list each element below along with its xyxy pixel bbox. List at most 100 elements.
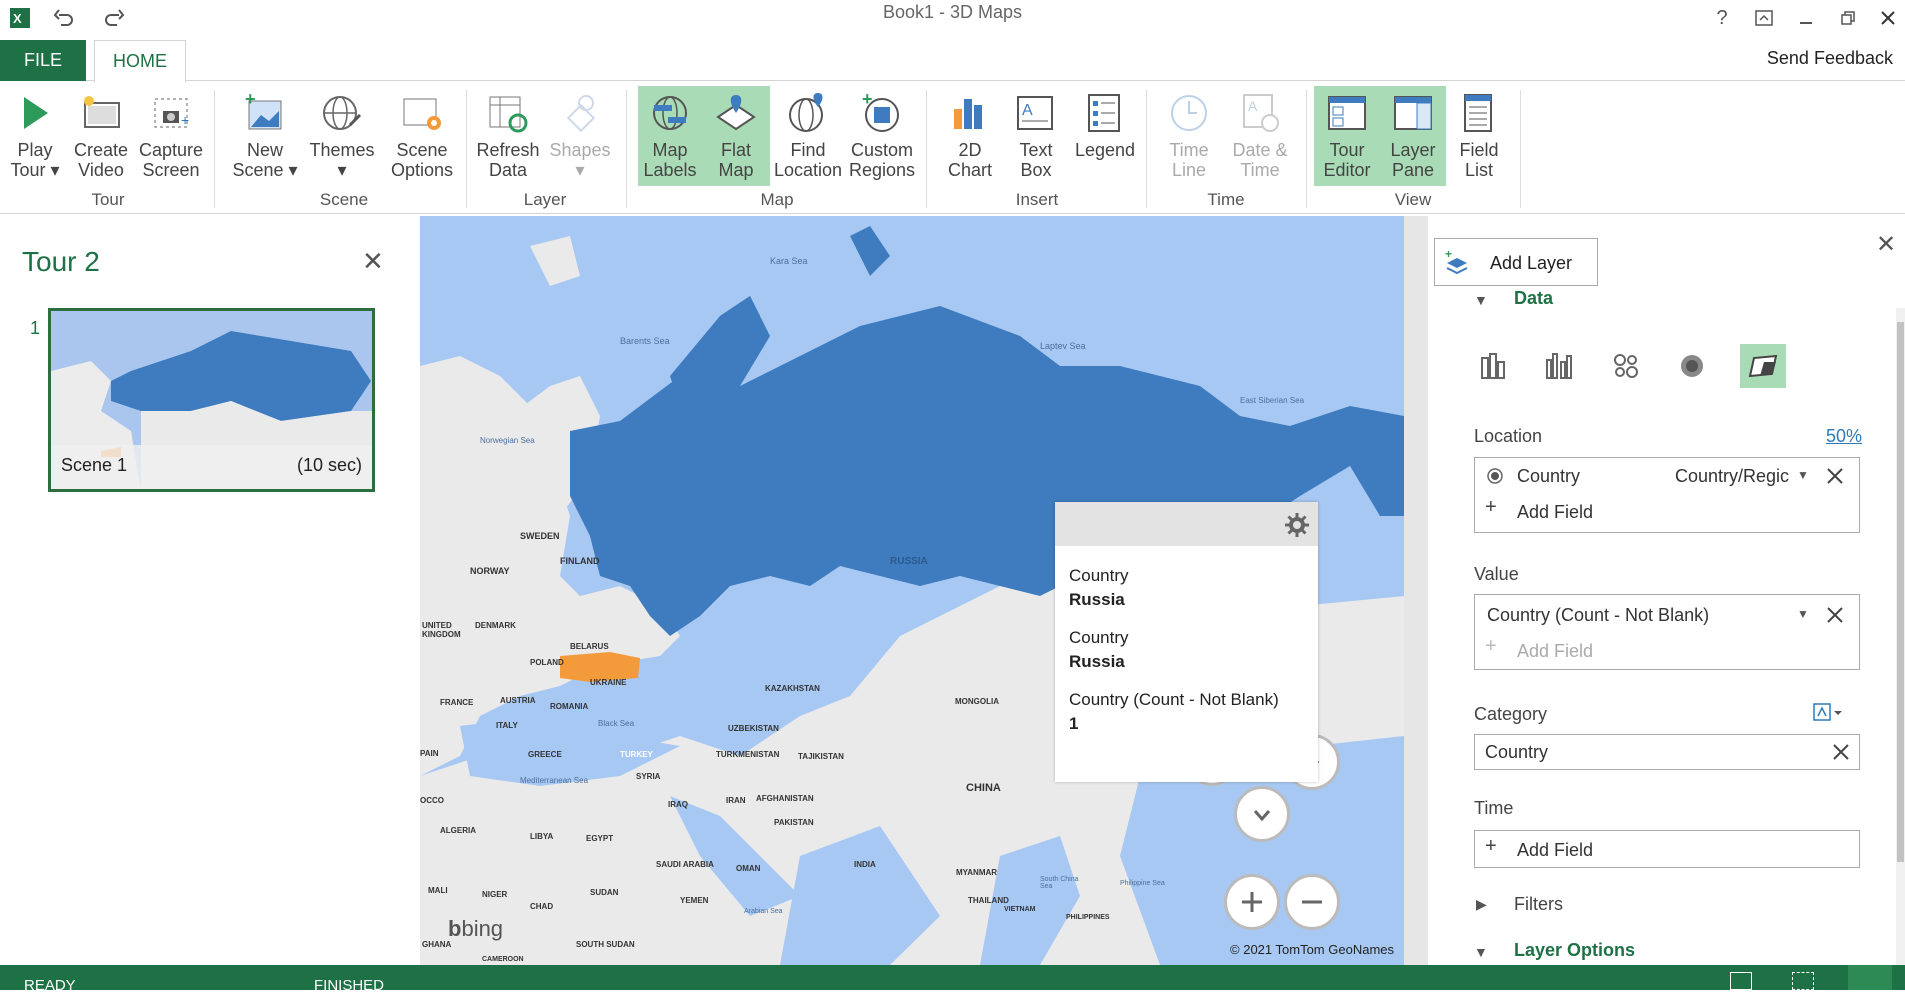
field-list-icon xyxy=(1448,86,1510,140)
map-label-norway: NORWAY xyxy=(470,566,510,576)
play-tour-button[interactable]: Play Tour ▾ xyxy=(8,86,62,186)
date-time-button[interactable]: A Date & Time xyxy=(1226,86,1294,186)
map-label-syria: SYRIA xyxy=(636,772,661,781)
map-label-kazakhstan: KAZAKHSTAN xyxy=(765,684,820,693)
refresh-data-button[interactable]: Refresh Data xyxy=(474,86,542,186)
create-video-button[interactable]: Create Video xyxy=(70,86,132,186)
map-label-tajikistan: TAJIKISTAN xyxy=(798,752,844,761)
shapes-icon xyxy=(548,86,612,140)
region-visualization-icon[interactable] xyxy=(1740,344,1786,388)
normal-view-icon[interactable] xyxy=(1730,972,1752,990)
field-list-button[interactable]: Field List xyxy=(1448,86,1510,186)
tour-editor-icon xyxy=(1314,86,1380,140)
map-label-greece: GREECE xyxy=(528,750,562,759)
zoom-in-button[interactable] xyxy=(1224,874,1280,930)
bubble-icon[interactable] xyxy=(1610,350,1642,382)
close-tour-panel-icon[interactable]: ✕ xyxy=(362,246,384,277)
add-icon: + xyxy=(1485,496,1497,518)
tab-home[interactable]: HOME xyxy=(94,40,186,82)
location-add-field[interactable]: Add Field xyxy=(1517,502,1593,523)
map-label-denmark: DENMARK xyxy=(475,621,516,630)
layer-pane-button[interactable]: Layer Pane xyxy=(1380,86,1446,186)
layer-options-collapse-icon[interactable]: ▼ xyxy=(1474,944,1488,960)
layer-options-title[interactable]: Layer Options xyxy=(1514,940,1635,961)
time-label: Time xyxy=(1474,798,1514,818)
category-field-box: Country xyxy=(1474,734,1860,770)
group-label-insert: Insert xyxy=(1015,190,1059,209)
close-window-icon[interactable] xyxy=(1874,4,1902,32)
add-icon: + xyxy=(1485,635,1497,657)
heat-map-icon[interactable] xyxy=(1676,350,1708,382)
ribbon-display-icon[interactable] xyxy=(1750,4,1778,32)
clock-icon xyxy=(1158,86,1220,140)
title-bar: X Book1 - 3D Maps ? xyxy=(0,0,1905,40)
scene-duration: (10 sec) xyxy=(296,455,362,475)
data-collapse-icon[interactable]: ▼ xyxy=(1474,292,1488,308)
scrollbar-thumb[interactable] xyxy=(1897,322,1904,862)
custom-regions-button[interactable]: + Custom Regions xyxy=(846,86,918,186)
map-label-east-siberian-sea: East Siberian Sea xyxy=(1240,396,1305,405)
remove-category-field-icon[interactable] xyxy=(1831,742,1851,762)
map-label-china: CHINA xyxy=(966,782,1001,794)
time-line-button[interactable]: Time Line xyxy=(1158,86,1220,186)
remove-location-field-icon[interactable] xyxy=(1825,466,1845,486)
tilt-down-button[interactable] xyxy=(1234,786,1290,842)
window-title: Book1 - 3D Maps xyxy=(882,2,1023,22)
2d-chart-button[interactable]: 2D Chart xyxy=(940,86,1000,186)
themes-button[interactable]: Themes ▾ xyxy=(306,86,378,186)
find-location-button[interactable]: Find Location xyxy=(774,86,842,186)
send-feedback-link[interactable]: Send Feedback xyxy=(1767,48,1893,69)
map-label-romania: ROMANIA xyxy=(550,702,589,711)
flat-map-button[interactable]: Flat Map xyxy=(702,86,770,186)
ribbon-tab-row xyxy=(0,40,1905,81)
filters-expand-icon[interactable]: ▶ xyxy=(1476,896,1487,913)
layer-pane-scrollbar[interactable] xyxy=(1896,308,1905,965)
category-options-icon[interactable] xyxy=(1812,702,1844,724)
scene-options-button[interactable]: Scene Options xyxy=(384,86,460,186)
chevron-down-icon[interactable]: ▼ xyxy=(1797,468,1809,482)
location-confidence-link[interactable]: 50% xyxy=(1826,426,1862,447)
layer-pane-icon xyxy=(1380,86,1446,140)
chevron-down-icon xyxy=(1253,810,1271,822)
legend-button[interactable]: Legend xyxy=(1072,86,1138,186)
map-label-black-sea: Black Sea xyxy=(598,719,635,728)
svg-text:+: + xyxy=(1445,249,1452,261)
category-field-name[interactable]: Country xyxy=(1485,742,1548,763)
clustered-column-icon[interactable] xyxy=(1544,350,1576,382)
remove-value-field-icon[interactable] xyxy=(1825,605,1845,625)
ribbon-separator xyxy=(926,90,927,208)
map-label-yemen: YEMEN xyxy=(680,896,709,905)
help-icon[interactable]: ? xyxy=(1708,4,1736,32)
value-add-field[interactable]: Add Field xyxy=(1517,641,1593,662)
tab-file[interactable]: FILE xyxy=(0,40,86,81)
gear-icon[interactable] xyxy=(1284,512,1310,538)
map-label-poland: POLAND xyxy=(530,658,564,667)
shapes-button[interactable]: Shapes ▾ xyxy=(548,86,612,186)
zoom-out-button[interactable] xyxy=(1284,874,1340,930)
data-card-popup[interactable]: Country Russia Country Russia Country (C… xyxy=(1055,502,1318,782)
capture-screen-button[interactable]: + Capture Screen xyxy=(138,86,204,186)
page-break-view-icon[interactable] xyxy=(1848,965,1892,990)
chevron-down-icon[interactable]: ▼ xyxy=(1797,607,1809,621)
map-label-algeria: ALGERIA xyxy=(440,826,476,835)
status-bar: READY FINISHED xyxy=(0,965,1905,994)
value-field-name[interactable]: Country (Count - Not Blank) xyxy=(1487,605,1709,626)
text-box-button[interactable]: A Text Box xyxy=(1006,86,1066,186)
close-layer-pane-icon[interactable]: ✕ xyxy=(1876,230,1896,259)
add-layer-button[interactable]: + Add Layer xyxy=(1434,238,1598,286)
map-labels-button[interactable]: Map Labels xyxy=(638,86,702,186)
page-layout-icon[interactable] xyxy=(1792,972,1814,990)
radio-selected-icon[interactable] xyxy=(1487,468,1503,484)
scene-thumbnail[interactable]: Scene 1 (10 sec) xyxy=(48,308,375,492)
ribbon: Play Tour ▾ Create Video + Capture Screen T… xyxy=(0,82,1905,214)
tour-editor-button[interactable]: Tour Editor xyxy=(1314,86,1380,186)
filters-label[interactable]: Filters xyxy=(1514,894,1563,915)
stacked-column-icon[interactable] xyxy=(1478,350,1510,382)
minimize-icon[interactable] xyxy=(1792,4,1820,32)
time-add-field[interactable]: Add Field xyxy=(1517,840,1593,861)
new-scene-button[interactable]: + New Scene ▾ xyxy=(232,86,298,186)
restore-icon[interactable] xyxy=(1834,4,1862,32)
location-type-dropdown[interactable]: Country/Regic xyxy=(1675,466,1789,487)
region-russia-severnaya-zemlya[interactable] xyxy=(850,226,890,276)
map-label-italy: ITALY xyxy=(496,721,518,730)
